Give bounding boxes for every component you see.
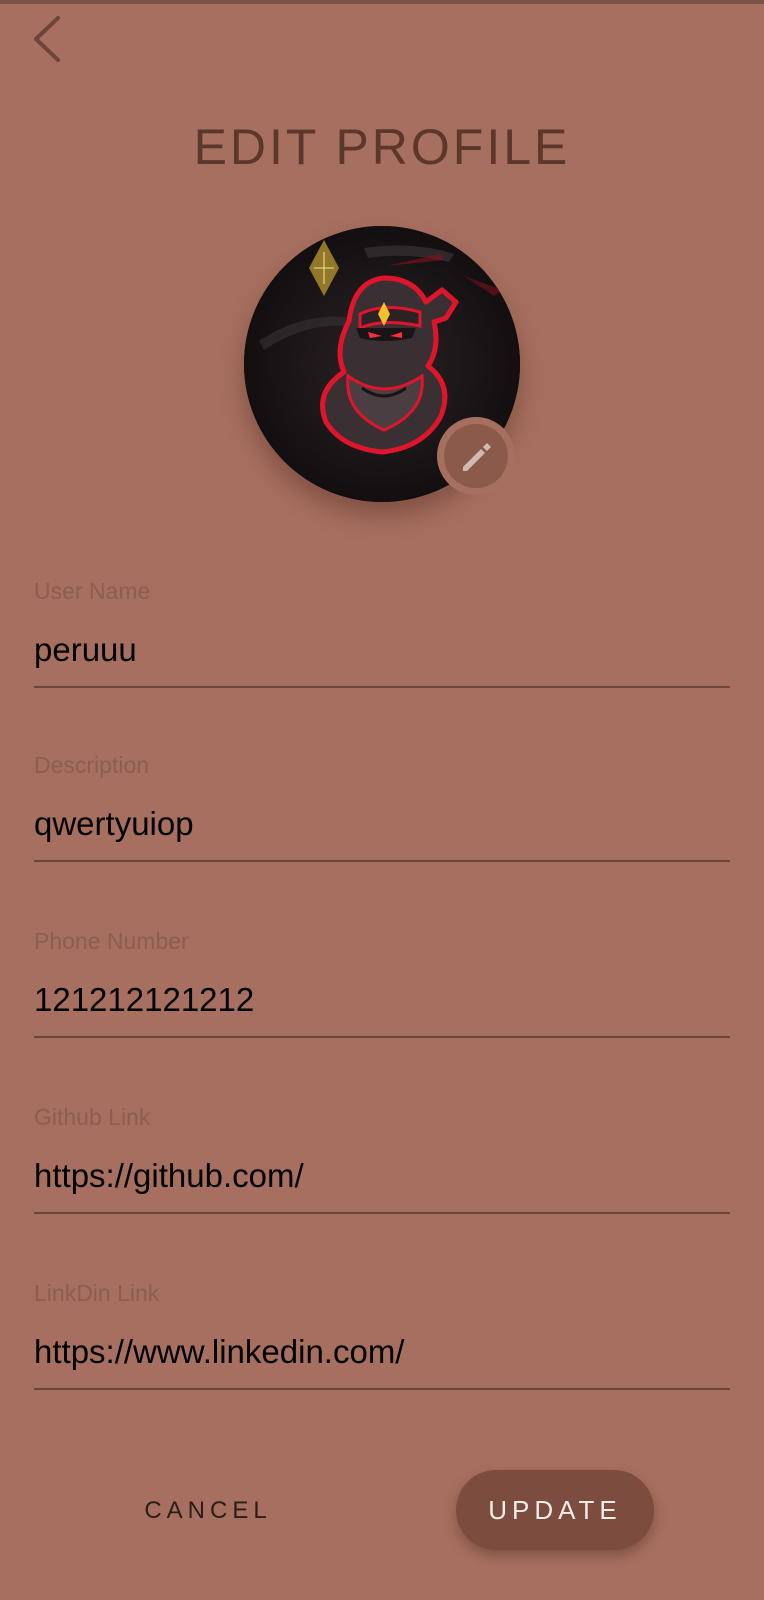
cancel-button[interactable]: CANCEL <box>128 1480 288 1542</box>
back-button[interactable] <box>22 12 78 68</box>
pencil-icon <box>463 443 491 471</box>
linkedin-input[interactable] <box>34 1330 730 1374</box>
linkedin-label: LinkDin Link <box>34 1280 160 1306</box>
chevron-left-icon <box>34 16 60 62</box>
description-input[interactable] <box>34 802 730 846</box>
avatar-container <box>244 226 520 502</box>
phone-underline <box>34 1036 730 1038</box>
username-label: User Name <box>34 578 151 604</box>
github-input[interactable] <box>34 1154 730 1198</box>
linkedin-underline <box>34 1388 730 1390</box>
username-field: User Name <box>34 576 730 688</box>
phone-label: Phone Number <box>34 928 189 954</box>
username-underline <box>34 686 730 688</box>
phone-field: Phone Number <box>34 926 730 1038</box>
github-label: Github Link <box>34 1104 151 1130</box>
edit-avatar-badge <box>444 424 508 488</box>
top-divider <box>0 0 764 4</box>
edit-avatar-button[interactable] <box>437 417 515 495</box>
phone-input[interactable] <box>34 978 730 1022</box>
github-field: Github Link <box>34 1102 730 1214</box>
github-underline <box>34 1212 730 1214</box>
username-input[interactable] <box>34 628 730 672</box>
page-title: EDIT PROFILE <box>193 119 571 175</box>
description-underline <box>34 860 730 862</box>
description-label: Description <box>34 752 150 778</box>
linkedin-field: LinkDin Link <box>34 1278 730 1390</box>
update-button[interactable]: UPDATE <box>456 1470 654 1550</box>
description-field: Description <box>34 750 730 862</box>
